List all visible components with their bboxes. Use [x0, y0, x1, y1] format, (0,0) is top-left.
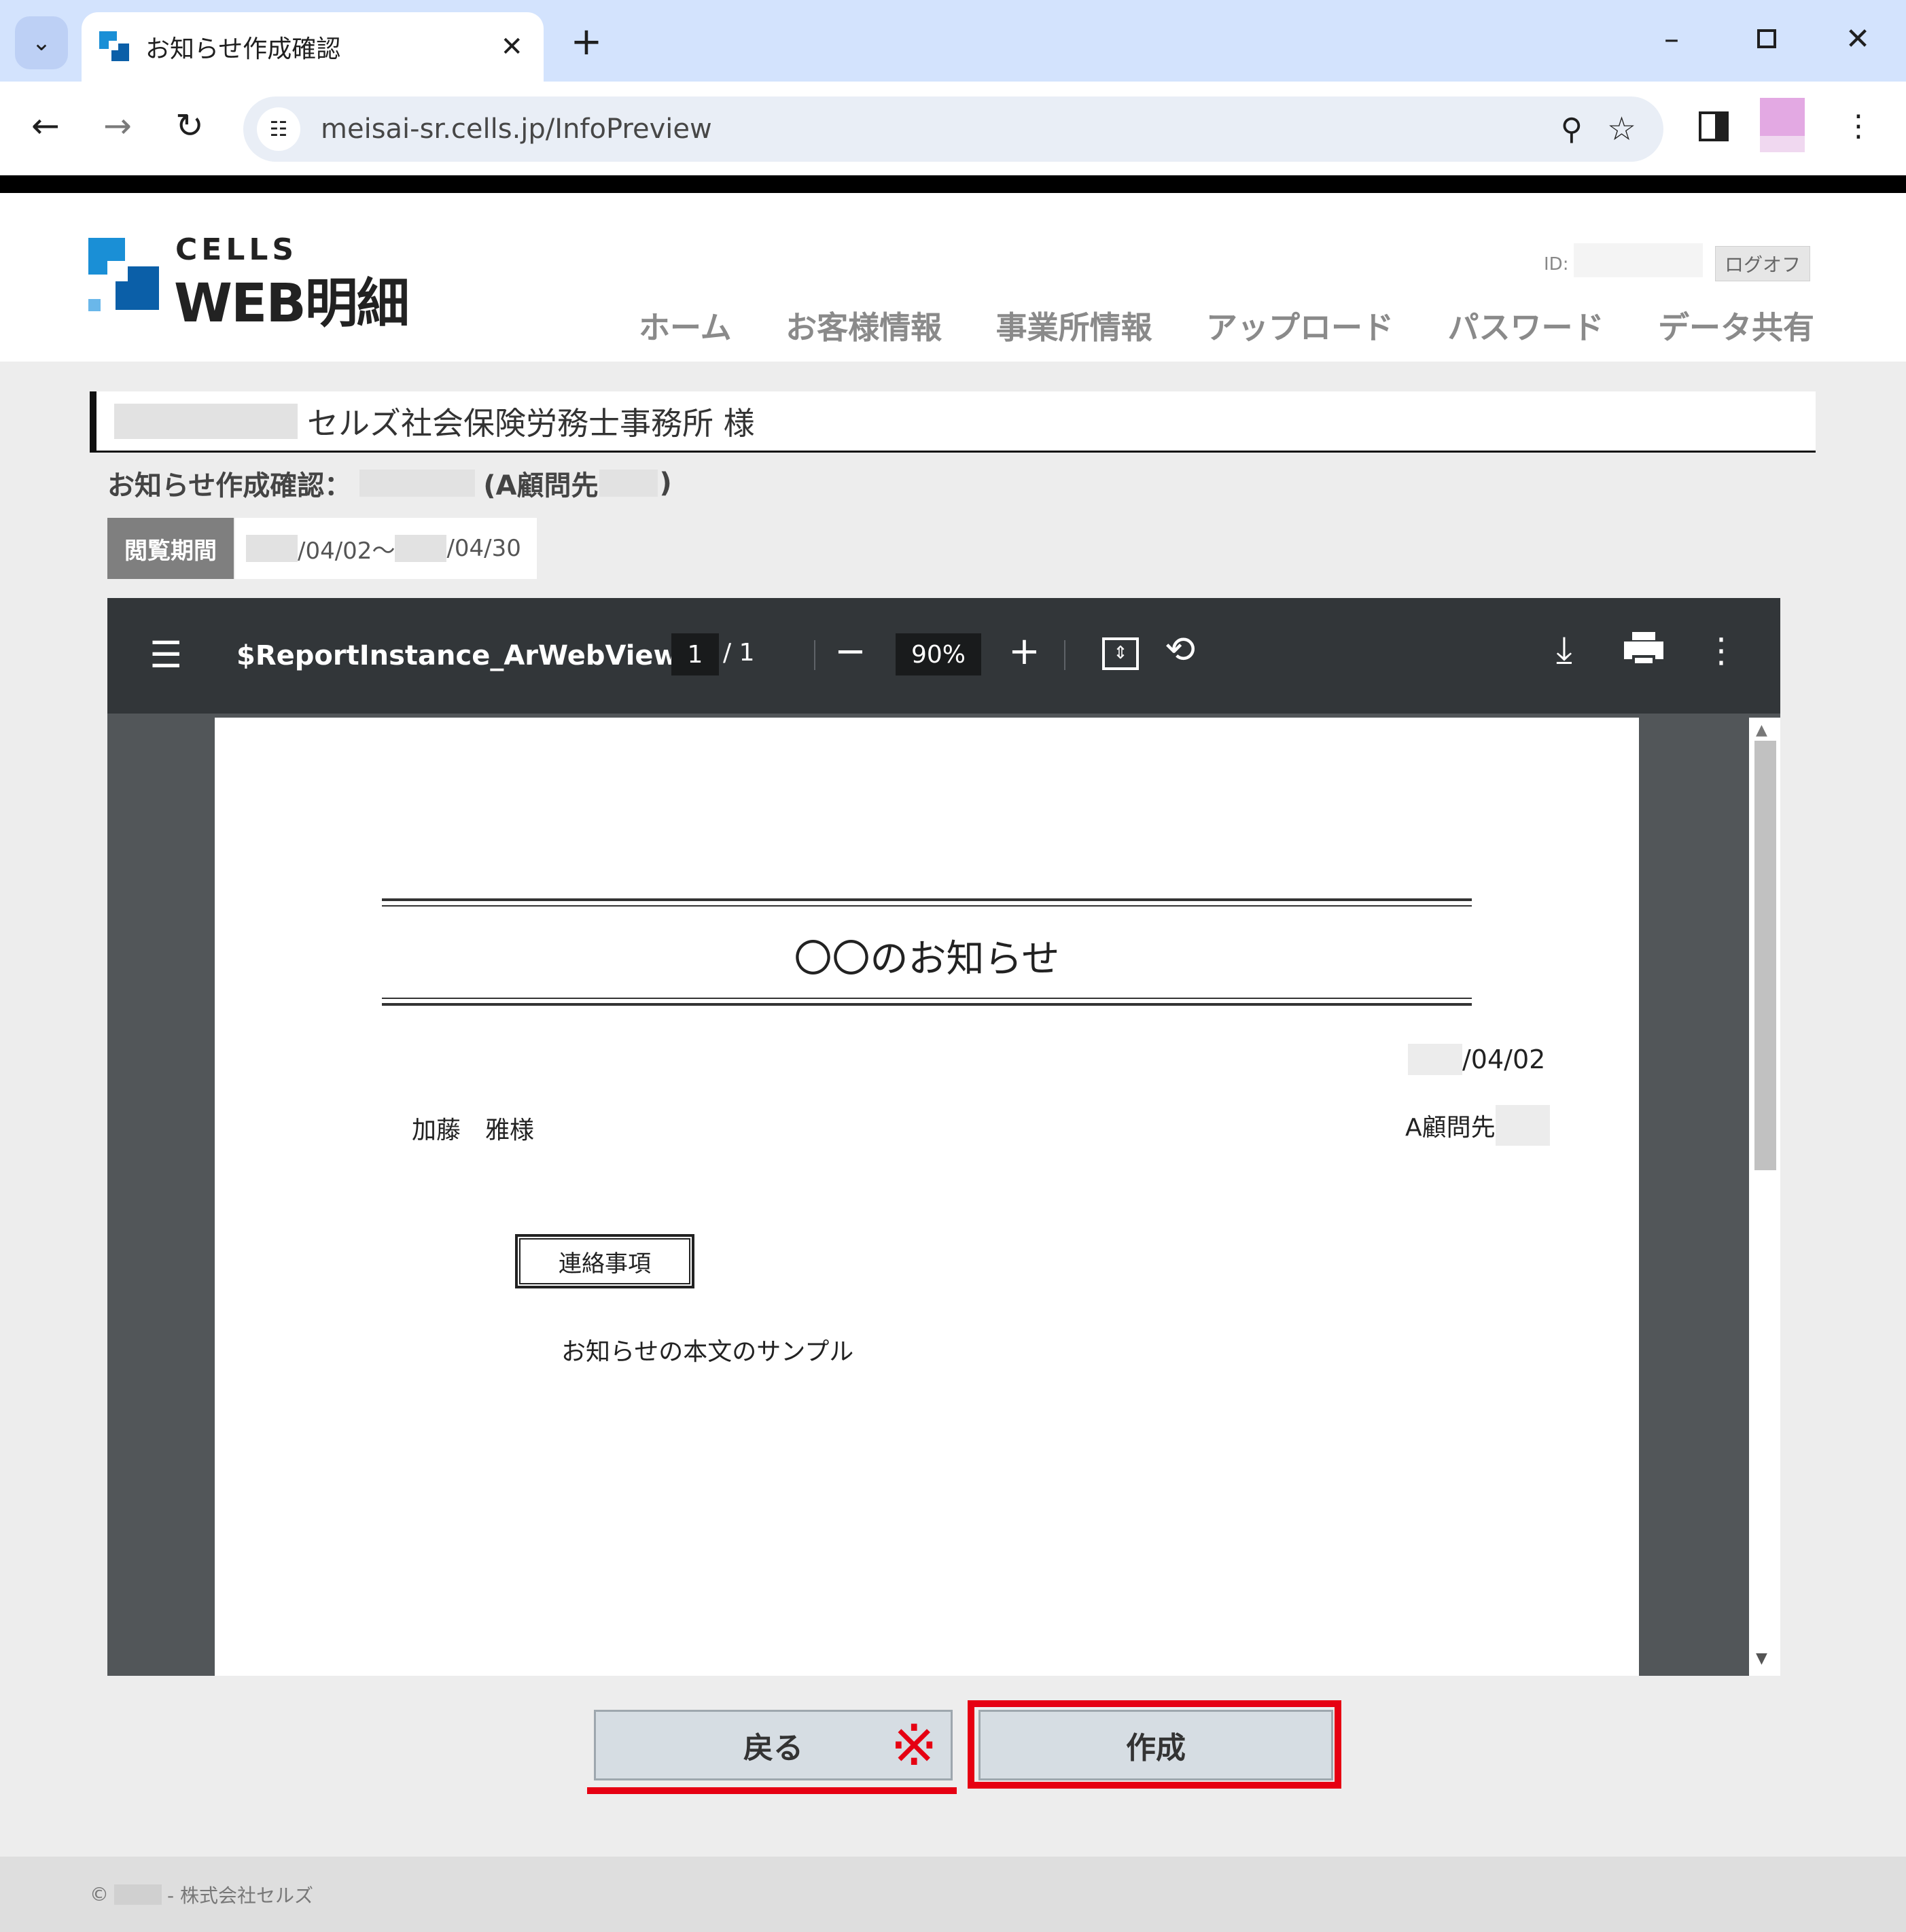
sender-redacted: [1495, 1105, 1550, 1146]
footer-company: - 株式会社セルズ: [167, 1884, 314, 1907]
doc-title-rule: [382, 1003, 1472, 1006]
period-end: /04/30: [446, 535, 521, 562]
nav-home[interactable]: ホーム: [639, 303, 732, 348]
nav-customer-info[interactable]: お客様情報: [786, 303, 942, 348]
client-label-close: ): [659, 468, 672, 499]
chrome-divider: [0, 175, 1906, 193]
doc-date: /04/02: [1408, 1044, 1545, 1075]
doc-title-rule: [382, 905, 1472, 907]
pdf-page-number-input[interactable]: 1: [671, 633, 719, 675]
doc-title: 〇〇のお知らせ: [794, 937, 1060, 981]
pdf-toolbar-divider: [814, 640, 815, 670]
pdf-rotate-icon[interactable]: ⟲: [1165, 628, 1195, 671]
window-minimize-icon[interactable]: –: [1644, 15, 1699, 63]
annotation-underline: [587, 1787, 957, 1794]
pdf-print-icon[interactable]: [1624, 632, 1663, 666]
year-redacted: [395, 535, 447, 562]
doc-body-text: お知らせの本文のサンプル: [561, 1338, 854, 1366]
year-redacted: [246, 535, 298, 562]
new-tab-plus-icon[interactable]: +: [564, 19, 609, 64]
back-arrow-icon[interactable]: ←: [22, 102, 69, 150]
profile-avatar[interactable]: [1760, 98, 1805, 152]
scroll-down-arrow-icon[interactable]: ▼: [1756, 1650, 1767, 1667]
nav-data-share[interactable]: データ共有: [1658, 303, 1814, 348]
page-title-prefix: お知らせ作成確認：: [107, 470, 352, 502]
doc-title-rule: [382, 998, 1472, 999]
pdf-zoom-out-minus-icon[interactable]: −: [834, 629, 866, 673]
pdf-download-icon[interactable]: ⤓: [1556, 628, 1572, 671]
pdf-zoom-in-plus-icon[interactable]: +: [1008, 629, 1040, 673]
pdf-document-page: 〇〇のお知らせ /04/02 加藤 雅様 A顧問先 連絡事項 お知らせの本文のサ…: [215, 718, 1639, 1676]
doc-sender: A顧問先: [1405, 1105, 1550, 1146]
return-button-label: 戻る: [743, 1731, 803, 1766]
url-text[interactable]: meisai-sr.cells.jp/InfoPreview: [321, 113, 1561, 145]
tab-title: お知らせ作成確認: [145, 35, 341, 63]
doc-recipient: 加藤 雅様: [412, 1117, 535, 1144]
pdf-page-total: / 1: [723, 639, 755, 667]
logoff-button[interactable]: ログオフ: [1715, 246, 1810, 281]
annotation-note-mark: ※: [890, 1712, 938, 1778]
forward-arrow-icon[interactable]: →: [94, 102, 141, 150]
doc-sender-text: A顧問先: [1405, 1114, 1496, 1142]
copyright-symbol: ©: [90, 1883, 109, 1905]
site-info-tune-icon[interactable]: ☷: [257, 107, 300, 151]
pdf-zoom-input[interactable]: 90%: [896, 633, 981, 675]
footer: © - 株式会社セルズ: [0, 1857, 1906, 1932]
user-id-redacted: [1574, 243, 1703, 277]
year-redacted: [1408, 1044, 1462, 1075]
nav-password[interactable]: パスワード: [1448, 303, 1604, 348]
pdf-file-title: $ReportInstance_ArWebView...: [236, 640, 708, 671]
nav-office-info[interactable]: 事業所情報: [996, 303, 1152, 348]
cells-logo-icon[interactable]: [88, 238, 163, 319]
reload-icon[interactable]: ↻: [166, 102, 213, 150]
pdf-scrollbar-thumb[interactable]: [1754, 741, 1776, 1170]
pdf-fit-page-icon[interactable]: ⇕: [1102, 637, 1139, 670]
viewing-period-label: 閲覧期間: [107, 518, 234, 579]
window-maximize-icon[interactable]: [1740, 15, 1794, 63]
main-nav: ホーム お客様情報 事業所情報 アップロード パスワード データ共有: [639, 303, 1814, 348]
tab-close-icon[interactable]: ✕: [500, 31, 523, 63]
pdf-toolbar-divider: [1064, 640, 1065, 670]
period-start: /04/02～: [298, 537, 395, 565]
bookmark-star-icon[interactable]: ☆: [1607, 110, 1636, 148]
scroll-up-arrow-icon[interactable]: ▲: [1756, 722, 1767, 739]
site-favicon-icon: [99, 31, 130, 63]
address-bar[interactable]: ☷ meisai-sr.cells.jp/InfoPreview ⚲ ☆: [243, 96, 1663, 162]
zoom-magnifier-icon[interactable]: ⚲: [1561, 112, 1583, 147]
year-redacted: [114, 1884, 162, 1905]
nav-upload[interactable]: アップロード: [1206, 303, 1394, 348]
browser-tab[interactable]: お知らせ作成確認 ✕: [82, 12, 544, 82]
pdf-more-kebab-icon[interactable]: ⋮: [1704, 631, 1738, 670]
user-id-label: ID:: [1544, 254, 1569, 275]
annotation-highlight-box: [968, 1700, 1341, 1789]
browser-menu-kebab-icon[interactable]: ⋮: [1838, 102, 1879, 150]
side-panel-icon[interactable]: [1699, 111, 1729, 141]
window-close-icon[interactable]: ✕: [1831, 15, 1885, 63]
pdf-viewer[interactable]: ☰ $ReportInstance_ArWebView... 1 / 1 − 9…: [107, 598, 1780, 1676]
logo-web-meisai-text: WEB明細: [174, 273, 410, 334]
tab-search-chevron-icon[interactable]: ⌄: [15, 16, 68, 69]
office-name-redacted: [114, 403, 298, 439]
client-label: (A顧問先: [483, 470, 599, 502]
viewing-period-value: /04/02～ /04/30: [235, 518, 537, 579]
doc-title-rule: [382, 898, 1472, 901]
notice-name-redacted: [359, 470, 476, 497]
office-name: セルズ社会保険労務士事務所 様: [307, 404, 755, 442]
office-name-bar: セルズ社会保険労務士事務所 様: [90, 391, 1816, 453]
client-name-redacted: [599, 470, 658, 497]
doc-section-label: 連絡事項: [515, 1234, 694, 1288]
pdf-menu-hamburger-icon[interactable]: ☰: [149, 633, 182, 676]
doc-date-text: /04/02: [1462, 1044, 1546, 1074]
page-title: お知らせ作成確認： (A顧問先 ): [107, 463, 672, 503]
